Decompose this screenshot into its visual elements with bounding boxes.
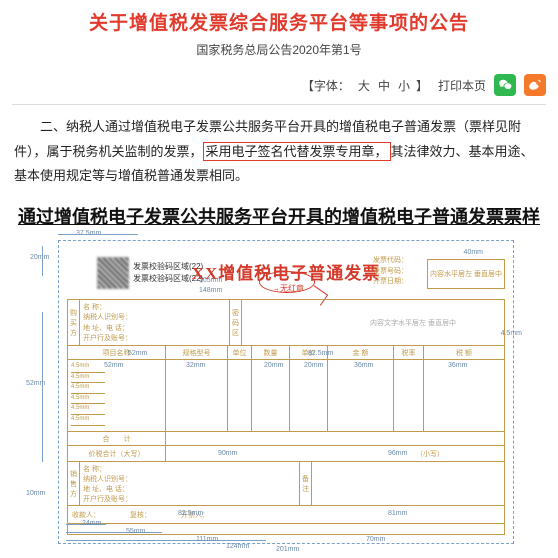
weibo-share-button[interactable] xyxy=(524,74,546,96)
meta-date: 开票日期： xyxy=(373,276,423,287)
sum-blank xyxy=(166,432,504,445)
dim-right-gap: 4.5mm xyxy=(501,330,522,337)
dim-sum-b: 96mm xyxy=(388,450,407,457)
measure-line xyxy=(66,540,266,541)
col-1: 项目名称 xyxy=(68,346,166,359)
para-highlight: 采用电子签名代替发票专用章， xyxy=(203,142,391,161)
buyer-fields: 名 称： 纳税人识别号： 地 址、电 话： 开户行及账号： xyxy=(80,300,230,345)
dim-bottom-1: 70mm xyxy=(366,536,385,543)
sum-label: 合 计 xyxy=(68,432,166,445)
line-col-2 xyxy=(166,360,228,431)
col-3: 单位 xyxy=(228,346,252,359)
seller-f4: 开户行及账号： xyxy=(83,494,296,504)
row-lines: 4.5mm 4.5mm 4.5mm 4.5mm 4.5mm 4.5mm xyxy=(68,360,504,432)
font-size-small[interactable]: 小 xyxy=(396,77,412,94)
measure-line xyxy=(66,532,162,533)
measure-line xyxy=(42,246,43,276)
col-7: 税率 xyxy=(394,346,424,359)
total-big-label: 价税合计（大写） xyxy=(68,446,166,461)
remark-head: 备注 xyxy=(300,462,312,505)
col-8: 税 额 xyxy=(424,346,504,359)
page-title: 关于增值税发票综合服务平台等事项的公告 xyxy=(0,0,558,41)
dim-f-4: 124mm xyxy=(226,543,249,550)
buyer-f1: 名 称： xyxy=(83,302,226,312)
invoice-diagram: 37.5mm 20mm 52mm 10mm 发票校验码区域(22) 发票校验码区… xyxy=(26,230,532,550)
row-buyer: 购买方 名 称： 纳税人识别号： 地 址、电 话： 开户行及账号： 密码区 内容… xyxy=(68,300,504,346)
measure-line xyxy=(58,234,138,235)
line-col-4 xyxy=(252,360,290,431)
buyer-f3: 地 址、电 话： xyxy=(83,323,226,333)
meta-box: 内容水平居左 垂直居中 xyxy=(427,259,505,289)
seller-head: 销售方 xyxy=(68,462,80,505)
stub-2: 4.5mm xyxy=(71,373,105,384)
dim-f-1: 24mm xyxy=(82,520,101,527)
line-col-5 xyxy=(290,360,328,431)
dim-under-1: 105mm xyxy=(199,277,222,284)
dim-sum-a: 90mm xyxy=(218,450,237,457)
invoice-outer-frame: 发票校验码区域(22) 发票校验码区域(22) XX增值税电子普通发票 →无红章… xyxy=(58,240,514,544)
line-col-3 xyxy=(228,360,252,431)
buyer-f2: 纳税人识别号： xyxy=(83,312,226,322)
font-label: 【字体： xyxy=(302,77,350,94)
dim-f-2: 55mm xyxy=(126,528,145,535)
col-2: 规格型号 xyxy=(166,346,228,359)
paragraph: 二、纳税人通过增值税电子发票公共服务平台开具的增值税电子普通发票（票样见附件），… xyxy=(0,115,558,197)
font-size-medium[interactable]: 中 xyxy=(376,77,392,94)
font-label-end: 】 xyxy=(416,77,428,94)
oval-note: →无红章 xyxy=(272,283,304,294)
footer-f2: 复核： xyxy=(130,510,151,520)
font-size-large[interactable]: 大 xyxy=(356,77,372,94)
dim-under-2: 148mm xyxy=(199,287,222,294)
stub-1: 4.5mm xyxy=(71,362,105,373)
dim-left-side: 10mm xyxy=(26,490,45,497)
measure-line xyxy=(42,312,43,462)
pwd-area: 内容文字水平居左 垂直居中 xyxy=(242,300,504,345)
meta-code: 发票代码： xyxy=(373,255,423,266)
line-col-7 xyxy=(394,360,424,431)
dim-f-3: 111mm xyxy=(196,536,218,543)
stub-5: 4.5mm xyxy=(71,404,105,415)
seller-f1: 名 称： xyxy=(83,464,296,474)
pwd-head: 密码区 xyxy=(230,300,242,345)
stub-6: 4.5mm xyxy=(71,415,105,426)
dim-metabox: 40mm xyxy=(464,249,483,256)
buyer-head: 购买方 xyxy=(68,300,80,345)
invoice-meta-labels: 发票代码： 发票号码： 开票日期： xyxy=(373,255,423,287)
pwd-note: 内容文字水平居左 垂直居中 xyxy=(285,318,541,328)
print-button[interactable]: 打印本页 xyxy=(438,77,486,94)
dim-left-1: 20mm xyxy=(30,254,49,261)
line-col-1: 4.5mm 4.5mm 4.5mm 4.5mm 4.5mm 4.5mm xyxy=(68,360,166,431)
remark-area xyxy=(312,462,504,505)
invoice-body: 购买方 名 称： 纳税人识别号： 地 址、电 话： 开户行及账号： 密码区 内容… xyxy=(67,299,505,535)
row-total: 价税合计（大写） （小写） xyxy=(68,446,504,462)
divider xyxy=(12,104,546,105)
seller-fields: 名 称： 纳税人识别号： 地 址、电 话： 开户行及账号： xyxy=(80,462,300,505)
col-4: 数量 xyxy=(252,346,290,359)
dim-buyer: 52mm xyxy=(128,350,147,357)
dim-pwd: 82.5mm xyxy=(308,350,333,357)
page-subtitle: 国家税务总局公告2020年第1号 xyxy=(0,41,558,58)
row-seller: 销售方 名 称： 纳税人识别号： 地 址、电 话： 开户行及账号： 备注 xyxy=(68,462,504,506)
col-6: 金 额 xyxy=(328,346,394,359)
line-stubs: 4.5mm 4.5mm 4.5mm 4.5mm 4.5mm 4.5mm xyxy=(71,362,105,426)
total-small-label: （小写） xyxy=(166,446,504,461)
row-sum: 合 计 xyxy=(68,432,504,446)
line-col-6 xyxy=(328,360,394,431)
seller-f3: 地 址、电 话： xyxy=(83,484,296,494)
stub-3: 4.5mm xyxy=(71,383,105,394)
meta-number: 发票号码： xyxy=(373,266,423,277)
wechat-share-button[interactable] xyxy=(494,74,516,96)
dim-seller2: 81mm xyxy=(388,510,407,517)
dim-bottom-2: 201mm xyxy=(276,546,299,553)
line-col-8 xyxy=(424,360,504,431)
row-footer: 收款人： 复核： 开票人： xyxy=(68,506,504,524)
seller-f2: 纳税人识别号： xyxy=(83,474,296,484)
wechat-icon xyxy=(498,78,512,92)
buyer-f4: 开户行及账号： xyxy=(83,333,226,343)
dim-seller: 82.5mm xyxy=(178,510,203,517)
weibo-icon xyxy=(528,78,542,92)
stub-4: 4.5mm xyxy=(71,394,105,405)
footer-f1: 收款人： xyxy=(72,510,100,520)
toolbar: 【字体： 大 中 小 】 打印本页 xyxy=(0,70,558,104)
